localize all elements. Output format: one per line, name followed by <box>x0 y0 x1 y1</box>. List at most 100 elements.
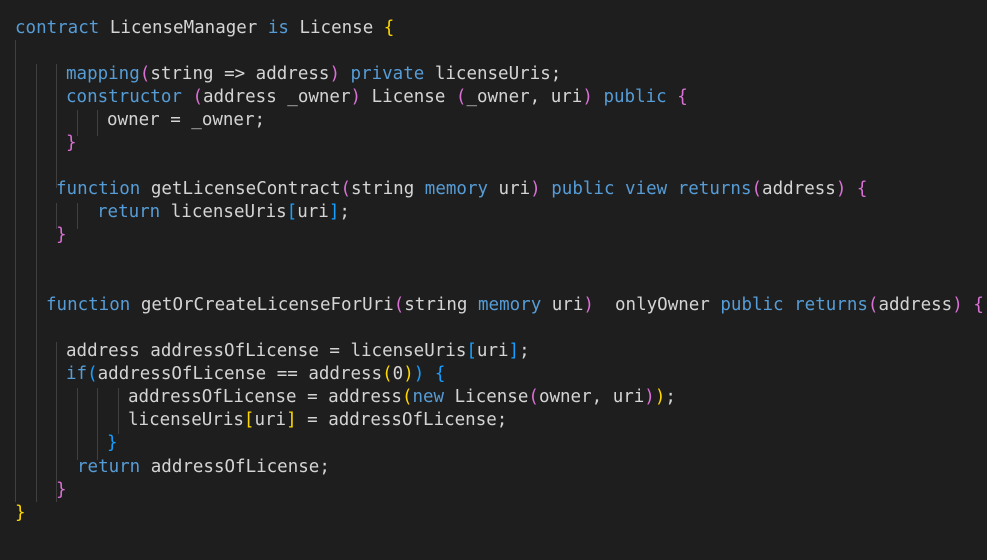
code-token: uri <box>254 410 287 430</box>
code-token: { <box>383 18 395 38</box>
code-token: ] <box>286 410 297 430</box>
code-line[interactable]: } <box>56 479 67 502</box>
code-token: ( <box>139 64 151 84</box>
code-token: string => address <box>150 64 330 84</box>
code-token: address addressOfLicense = licenseUris <box>66 341 467 361</box>
code-line[interactable]: address addressOfLicense = licenseUris[u… <box>66 340 530 363</box>
code-token: ) <box>582 87 593 107</box>
code-editor[interactable]: contract LicenseManager is License { mapp… <box>0 0 987 560</box>
indent-guide <box>77 203 78 229</box>
code-line[interactable]: licenseUris[uri] = addressOfLicense; <box>128 409 507 432</box>
code-token: addressOfLicense; <box>140 457 330 477</box>
code-token: ) <box>654 387 666 407</box>
indent-guide <box>97 388 98 460</box>
code-token: ( <box>401 387 413 407</box>
code-token: memory <box>424 179 489 199</box>
code-token: ) <box>329 64 340 84</box>
code-token: public <box>551 179 615 199</box>
code-token: mapping <box>66 64 140 84</box>
code-token: ) <box>835 179 847 199</box>
code-line[interactable]: if(addressOfLicense == address(0)) { <box>66 363 445 386</box>
indent-guide <box>97 110 98 136</box>
code-line[interactable]: contract LicenseManager is License { <box>15 17 394 40</box>
indent-guide <box>118 388 119 434</box>
code-token: 0 <box>392 364 404 384</box>
code-token: onlyOwner <box>593 295 721 315</box>
code-token: addressOfLicense = address <box>128 387 402 407</box>
code-token: { <box>677 87 688 107</box>
indent-guide <box>56 342 57 502</box>
code-token: [ <box>243 410 255 430</box>
code-token: ( <box>528 387 539 407</box>
code-line[interactable]: } <box>15 502 26 525</box>
code-token: ( <box>340 179 352 199</box>
code-line[interactable]: function getOrCreateLicenseForUri(string… <box>46 294 984 317</box>
code-token: ) <box>403 364 414 384</box>
code-token: licenseUris <box>128 410 244 430</box>
code-line[interactable]: } <box>56 224 67 247</box>
code-token: { <box>434 364 446 384</box>
code-token: ( <box>867 295 879 315</box>
code-token: License <box>444 387 529 407</box>
code-line[interactable]: mapping(string => address) private licen… <box>66 63 561 86</box>
code-token: uri <box>541 295 584 315</box>
code-token: public <box>720 295 784 315</box>
code-token: owner = _owner; <box>107 110 266 130</box>
code-token: = addressOfLicense; <box>296 410 508 430</box>
code-token: ( <box>382 364 393 384</box>
code-token: } <box>66 133 77 153</box>
code-token: ] <box>328 202 340 222</box>
code-line[interactable]: return licenseUris[uri]; <box>97 201 350 224</box>
code-token: return <box>97 202 161 222</box>
code-token: private <box>350 64 425 84</box>
indent-guide <box>77 388 78 460</box>
code-token: License <box>288 18 384 38</box>
code-token: view <box>625 179 668 199</box>
code-token: ) <box>530 179 541 199</box>
code-line[interactable]: return addressOfLicense; <box>77 456 330 479</box>
code-line[interactable]: function getLicenseContract(string memor… <box>56 178 867 201</box>
code-token: is <box>267 18 289 38</box>
code-line[interactable]: } <box>66 132 77 155</box>
code-token: address <box>878 295 953 315</box>
code-token: { <box>973 295 984 315</box>
code-token: contract <box>15 18 100 38</box>
code-line[interactable]: } <box>107 432 118 455</box>
code-token: } <box>56 480 67 500</box>
code-token: ; <box>665 387 676 407</box>
code-line[interactable]: constructor (address _owner) License (_o… <box>66 86 688 109</box>
code-token: ) <box>583 295 594 315</box>
code-token: ; <box>519 341 530 361</box>
code-token: ) <box>644 387 655 407</box>
code-token: public <box>603 87 667 107</box>
code-token: return <box>77 457 141 477</box>
code-token: address <box>762 179 836 199</box>
code-token: ( <box>393 295 405 315</box>
code-token: ; <box>339 202 350 222</box>
code-token: License <box>361 87 456 107</box>
code-token: } <box>56 225 67 245</box>
code-token: if <box>66 364 88 384</box>
code-line[interactable]: owner = _owner; <box>107 109 265 132</box>
indent-guide <box>56 64 57 188</box>
code-token: _owner, uri <box>466 87 583 107</box>
code-line[interactable]: addressOfLicense = address(new License(o… <box>128 386 676 409</box>
code-token: getLicenseContract <box>140 179 341 199</box>
code-token: memory <box>478 295 542 315</box>
code-token: uri <box>488 179 531 199</box>
code-token: string <box>351 179 425 199</box>
code-token: uri <box>297 202 329 222</box>
code-token: LicenseManager <box>99 18 268 38</box>
code-token: returns <box>794 295 868 315</box>
code-token: licenseUris <box>160 202 287 222</box>
code-token: owner, uri <box>538 387 645 407</box>
